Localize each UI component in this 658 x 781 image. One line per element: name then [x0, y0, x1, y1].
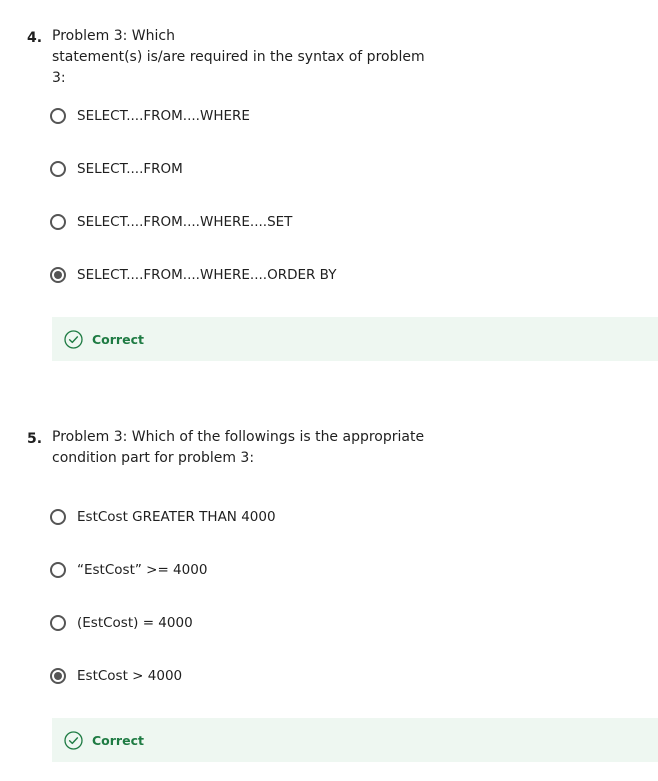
radio-button[interactable]: [50, 615, 66, 631]
feedback-label: Correct: [92, 331, 144, 347]
question-text: Problem 3: Which statement(s) is/are req…: [52, 28, 425, 86]
option-radio[interactable]: “EstCost” >= 4000: [50, 559, 207, 581]
question-number: 5.: [27, 431, 43, 447]
radio-button[interactable]: [50, 562, 66, 578]
question-text: Problem 3: Which of the followings is th…: [52, 429, 425, 466]
feedback-correct: Correct: [52, 718, 658, 762]
option-label: “EstCost” >= 4000: [77, 562, 208, 578]
radio-button[interactable]: [50, 214, 66, 230]
option-label: SELECT....FROM....WHERE: [77, 108, 250, 124]
option-label: SELECT....FROM: [77, 161, 183, 177]
radio-button-checked[interactable]: [50, 668, 66, 684]
option-label: SELECT....FROM....WHERE....ORDER BY: [77, 267, 337, 283]
feedback-correct: Correct: [52, 317, 658, 361]
option-radio[interactable]: SELECT....FROM: [50, 158, 183, 180]
check-circle-icon: [64, 329, 83, 349]
feedback-label: Correct: [92, 732, 144, 748]
option-radio-selected[interactable]: EstCost > 4000: [50, 665, 182, 687]
radio-button[interactable]: [50, 108, 66, 124]
option-label: (EstCost) = 4000: [77, 615, 193, 631]
radio-button[interactable]: [50, 509, 66, 525]
option-label: EstCost GREATER THAN 4000: [77, 509, 276, 525]
option-radio[interactable]: EstCost GREATER THAN 4000: [50, 506, 276, 528]
option-label: SELECT....FROM....WHERE....SET: [77, 214, 293, 230]
radio-button-checked[interactable]: [50, 267, 66, 283]
option-radio-selected[interactable]: SELECT....FROM....WHERE....ORDER BY: [50, 264, 336, 286]
option-radio[interactable]: SELECT....FROM....WHERE: [50, 105, 250, 127]
question-number: 4.: [27, 30, 43, 46]
check-circle-icon: [64, 730, 83, 750]
radio-button[interactable]: [50, 161, 66, 177]
option-label: EstCost > 4000: [77, 668, 183, 684]
option-radio[interactable]: SELECT....FROM....WHERE....SET: [50, 211, 292, 233]
option-radio[interactable]: (EstCost) = 4000: [50, 612, 193, 634]
